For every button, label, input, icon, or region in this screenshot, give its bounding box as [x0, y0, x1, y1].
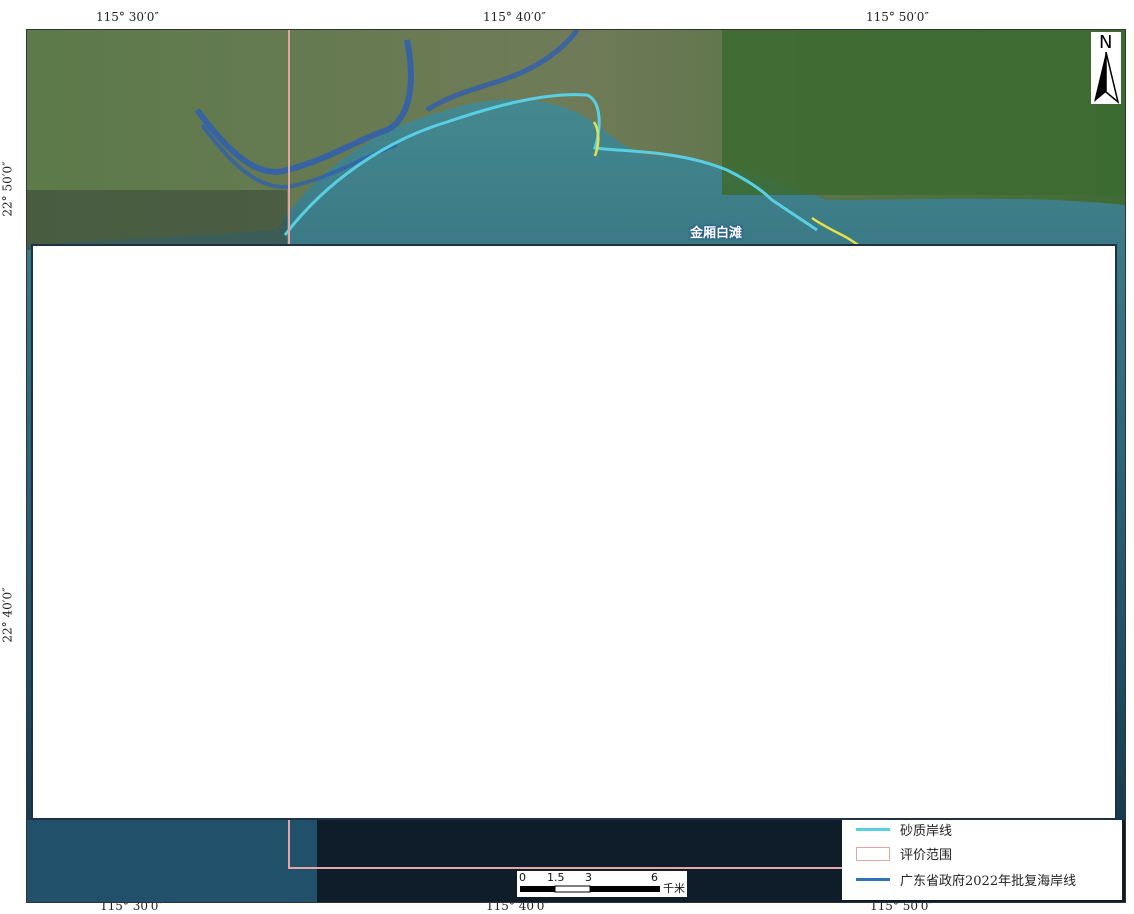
- hill-tile: [27, 190, 287, 250]
- shallow-water: [27, 820, 317, 902]
- scale-tick-label: 0: [519, 871, 526, 884]
- legend-label: 砂质岸线: [900, 824, 953, 839]
- legend-item-coastline-2022: 广东省政府2022年批复海岸线: [856, 870, 1076, 889]
- place-label: 金厢白滩: [690, 226, 743, 241]
- tick-top-1: 115° 30′0″: [96, 10, 159, 24]
- tick-left-1: 22° 50′0″: [0, 161, 15, 217]
- scale-bar-graphic: [520, 885, 660, 893]
- scale-tick-label: 6: [651, 871, 658, 884]
- legend-blue-line-icon: [856, 878, 890, 881]
- tick-left-2: 22° 40′0″: [0, 587, 15, 643]
- tick-top-3: 115° 50′0″: [866, 10, 929, 24]
- legend: 砂质岸线 评价范围 广东省政府2022年批复海岸线: [842, 820, 1122, 900]
- legend-cyan-line-icon: [856, 828, 890, 831]
- legend-item-evaluation-range: 评价范围: [856, 844, 952, 863]
- blank-overlay-panel: [31, 244, 1117, 820]
- scale-tick-label: 3: [585, 871, 592, 884]
- legend-label: 评价范围: [900, 848, 953, 863]
- north-arrow-icon: [1094, 52, 1120, 104]
- forest-tile: [722, 30, 1125, 195]
- legend-rect-icon: [856, 846, 890, 861]
- scale-bar: 0 1.5 3 6 千米: [517, 871, 687, 897]
- legend-label: 广东省政府2022年批复海岸线: [900, 874, 1077, 889]
- north-arrow: N: [1091, 32, 1121, 104]
- scale-tick-label: 1.5: [547, 871, 565, 884]
- north-label: N: [1099, 32, 1113, 53]
- tick-top-2: 115° 40′0″: [483, 10, 546, 24]
- legend-item-sandy-coast: 砂质岸线: [856, 820, 952, 839]
